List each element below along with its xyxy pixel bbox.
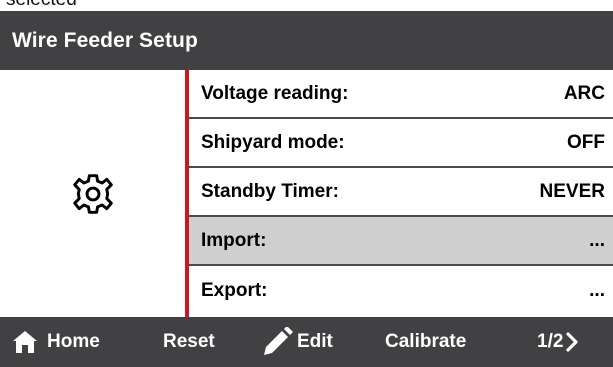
caption-text: selected (6, 0, 77, 11)
reset-button[interactable]: Reset (163, 317, 215, 367)
next-page-button[interactable]: 1/2 (537, 317, 579, 367)
menu-item-label: Voltage reading: (201, 82, 349, 104)
menu-item-voltage-reading[interactable]: Voltage reading: ARC (189, 70, 613, 119)
edit-button[interactable]: Edit (262, 317, 333, 367)
menu-item-value: NEVER (539, 180, 605, 202)
page-title: Wire Feeder Setup (12, 28, 198, 52)
gear-icon (72, 173, 113, 214)
settings-icon-panel (0, 70, 185, 317)
menu-item-shipyard-mode[interactable]: Shipyard mode: OFF (189, 119, 613, 168)
menu-item-value: ... (589, 279, 605, 301)
menu-item-label: Import: (201, 229, 267, 251)
reset-label: Reset (163, 331, 215, 352)
calibrate-button[interactable]: Calibrate (385, 317, 466, 367)
home-button[interactable]: Home (12, 317, 100, 367)
menu-item-import[interactable]: Import: ... (189, 217, 613, 266)
menu-item-label: Standby Timer: (201, 180, 339, 202)
edit-label: Edit (297, 331, 333, 352)
home-label: Home (47, 331, 100, 352)
menu-item-export[interactable]: Export: ... (189, 266, 613, 315)
bottom-toolbar: Home Reset Edit Calibrate 1/2 (0, 317, 613, 367)
calibrate-label: Calibrate (385, 331, 467, 352)
chevron-right-icon (566, 332, 579, 352)
menu-item-value: ... (589, 229, 605, 251)
pencil-icon (264, 327, 293, 355)
menu-item-value: ARC (563, 82, 605, 104)
title-bar: Wire Feeder Setup (0, 11, 613, 70)
menu-item-standby-timer[interactable]: Standby Timer: NEVER (189, 168, 613, 217)
menu-item-value: OFF (567, 131, 605, 153)
settings-menu: Voltage reading: ARC Shipyard mode: OFF … (189, 70, 613, 317)
menu-item-label: Export: (201, 279, 268, 301)
house-icon (13, 331, 37, 353)
menu-item-label: Shipyard mode: (201, 131, 345, 153)
page-indicator: 1/2 (537, 331, 564, 352)
